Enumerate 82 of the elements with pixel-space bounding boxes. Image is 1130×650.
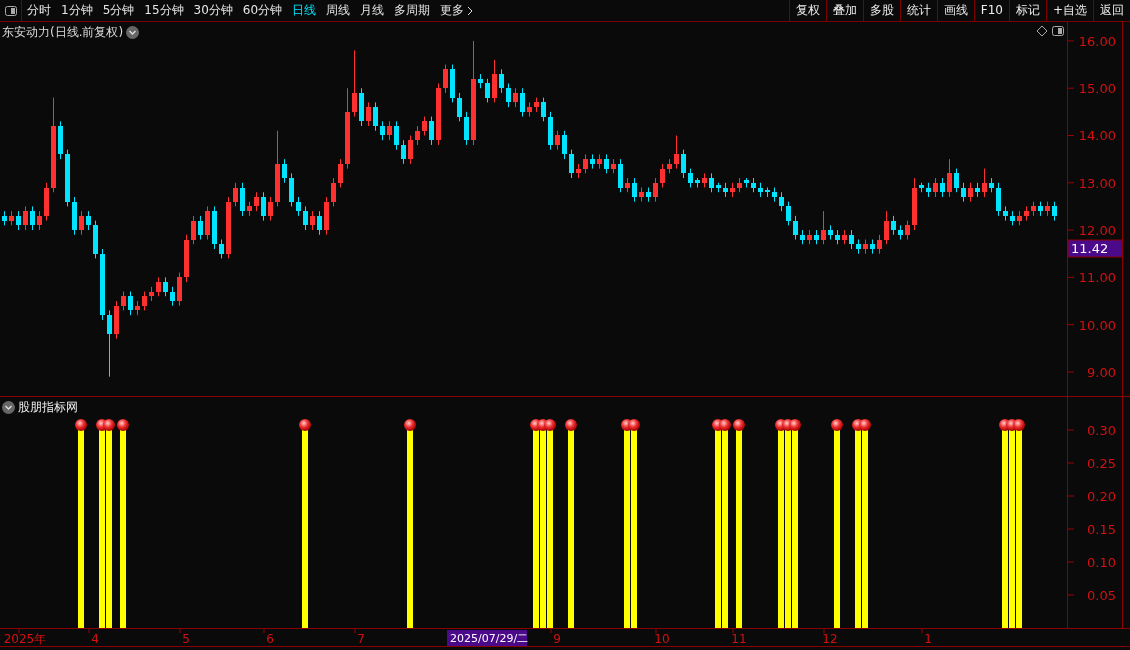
axis-tick — [1066, 135, 1075, 136]
axis-label: 9.00 — [1087, 364, 1116, 380]
axis-tick — [1066, 495, 1075, 497]
axis-tick — [1066, 371, 1075, 373]
axis-tick — [1066, 561, 1075, 563]
signal-marker — [719, 419, 731, 431]
time-axis-label: 12 — [822, 632, 838, 646]
axis-tick — [1066, 87, 1075, 89]
signal-marker — [628, 419, 640, 431]
period-tab[interactable]: 月线 — [355, 0, 390, 21]
more-menu[interactable]: 更多 — [435, 0, 479, 21]
time-axis-label: 4 — [91, 632, 99, 646]
signal-marker — [831, 419, 843, 431]
axis-label: 0.20 — [1087, 489, 1116, 504]
panel-toggle-icon[interactable] — [1052, 26, 1064, 36]
axis-tick — [1066, 324, 1075, 326]
signal-marker — [404, 419, 416, 431]
time-axis-label: 2025年 — [3, 632, 47, 646]
axis-label: 10.00 — [1078, 317, 1116, 333]
dropdown-icon[interactable] — [126, 25, 140, 39]
indicator-title: 股朋指标网 — [18, 399, 78, 416]
toolbar-button[interactable]: 画线 — [936, 0, 974, 21]
axis-label: 16.00 — [1078, 33, 1116, 49]
period-tab[interactable]: 分时 — [22, 0, 56, 21]
axis-tick — [1066, 462, 1075, 464]
axis-label: 13.00 — [1078, 175, 1116, 191]
signal-marker — [117, 419, 129, 431]
signal-marker — [789, 419, 801, 431]
toolbar-button[interactable]: 标记 — [1008, 0, 1046, 21]
diamond-icon[interactable] — [1036, 25, 1048, 37]
axis-label: 14.00 — [1078, 128, 1116, 144]
period-tab[interactable]: 多周期 — [389, 0, 436, 21]
axis-label: 0.15 — [1087, 522, 1116, 537]
toolbar-button[interactable]: 多股 — [862, 0, 900, 21]
axis-label: 11.00 — [1078, 270, 1116, 286]
axis-label: 0.05 — [1087, 588, 1116, 603]
signal-marker — [733, 419, 745, 431]
axis-tick — [1066, 276, 1075, 278]
chart-title: 东安动力(日线.前复权) — [2, 24, 124, 41]
axis-tick — [1066, 40, 1075, 42]
dropdown-icon[interactable] — [2, 400, 15, 414]
toolbar-button[interactable]: +自选 — [1045, 0, 1093, 21]
signal-marker — [544, 419, 556, 431]
time-axis-label: 7 — [357, 632, 365, 646]
axis-label: 15.00 — [1078, 81, 1116, 97]
time-axis-label: 6 — [266, 632, 274, 646]
period-tab[interactable]: 30分钟 — [188, 0, 238, 21]
axis-tick — [1066, 182, 1075, 184]
signal-marker — [859, 419, 871, 431]
axis-tick — [1066, 594, 1075, 596]
signal-marker — [75, 419, 87, 431]
time-axis-label: 5 — [182, 632, 190, 646]
period-tab[interactable]: 15分钟 — [139, 0, 189, 21]
period-tab[interactable]: 周线 — [321, 0, 356, 21]
cursor-date-label: 2025/07/29/二 — [447, 630, 529, 646]
chevron-right-icon — [467, 5, 474, 16]
time-axis-label: 1 — [924, 632, 932, 646]
toolbar-button[interactable]: 返回 — [1093, 0, 1130, 21]
signal-marker — [103, 419, 115, 431]
toolbar-button[interactable]: 复权 — [788, 0, 826, 21]
axis-tick — [1066, 229, 1075, 231]
toolbar-button[interactable]: 统计 — [899, 0, 937, 21]
toolbar-button[interactable]: 叠加 — [825, 0, 863, 21]
time-axis-label: 9 — [553, 632, 561, 646]
axis-label: 0.10 — [1087, 555, 1116, 570]
axis-label: 12.00 — [1078, 223, 1116, 239]
period-tab[interactable]: 日线 — [287, 0, 322, 21]
signal-marker — [565, 419, 577, 431]
toolbar-button[interactable]: F10 — [973, 0, 1009, 21]
panel-toggle-icon[interactable] — [4, 5, 17, 16]
time-axis-label: 10 — [654, 632, 670, 646]
axis-tick — [1066, 429, 1075, 431]
current-price-label: 11.42 — [1067, 239, 1123, 258]
axis-tick — [1066, 528, 1075, 530]
time-axis-label: 11 — [731, 632, 747, 646]
period-tab[interactable]: 60分钟 — [237, 0, 288, 21]
axis-label: 0.30 — [1087, 423, 1116, 438]
period-tab[interactable]: 1分钟 — [56, 0, 98, 21]
period-tab[interactable]: 5分钟 — [97, 0, 140, 21]
axis-label: 0.25 — [1087, 456, 1116, 471]
signal-marker — [1013, 419, 1025, 431]
signal-marker — [299, 419, 311, 431]
